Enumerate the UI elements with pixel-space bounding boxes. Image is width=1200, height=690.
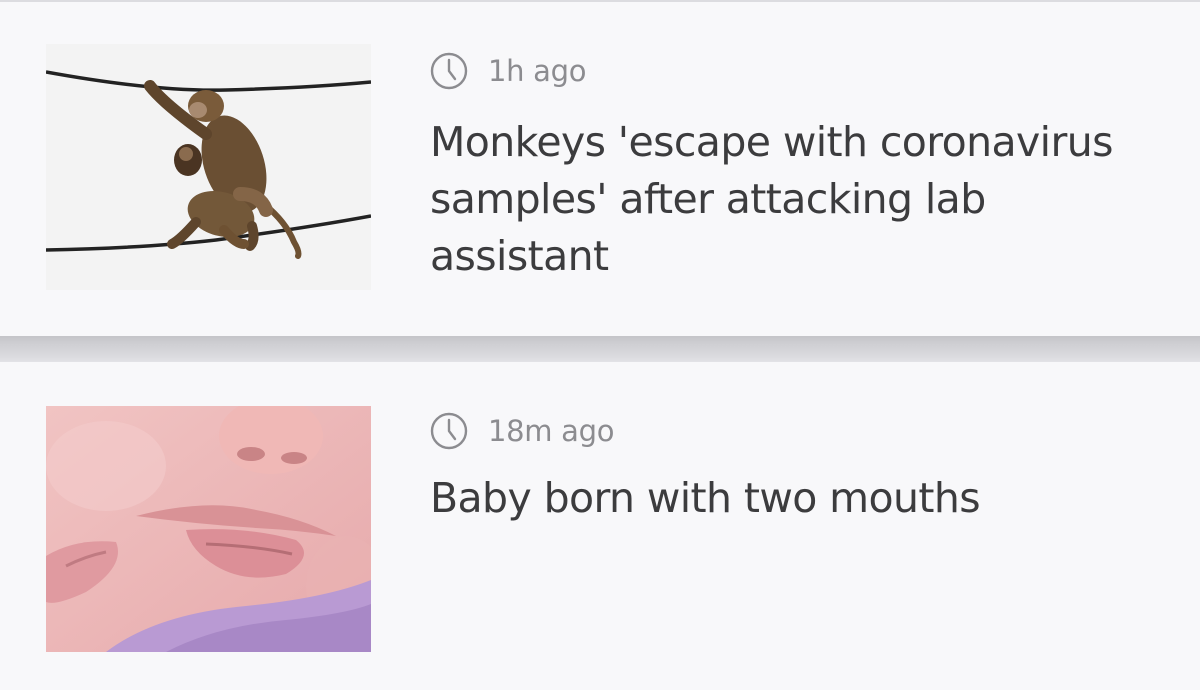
baby-face-photo-icon [46,406,371,652]
timestamp-row: 18m ago [430,411,615,451]
timestamp: 18m ago [488,414,615,448]
news-card-monkeys[interactable]: 1h ago Monkeys 'escape with coronavirus … [0,2,1200,336]
news-thumbnail[interactable] [46,406,371,652]
clock-icon [430,52,468,90]
card-divider [0,336,1200,362]
news-thumbnail[interactable] [46,44,371,290]
headline-link[interactable]: Baby born with two mouths [430,470,1170,527]
timestamp: 1h ago [488,54,587,88]
news-card-baby[interactable]: 18m ago Baby born with two mouths [0,362,1200,690]
headline-link[interactable]: Monkeys 'escape with coronavirus samples… [430,114,1170,285]
timestamp-row: 1h ago [430,51,586,91]
monkey-photo-icon [46,44,371,290]
clock-icon [430,412,468,450]
